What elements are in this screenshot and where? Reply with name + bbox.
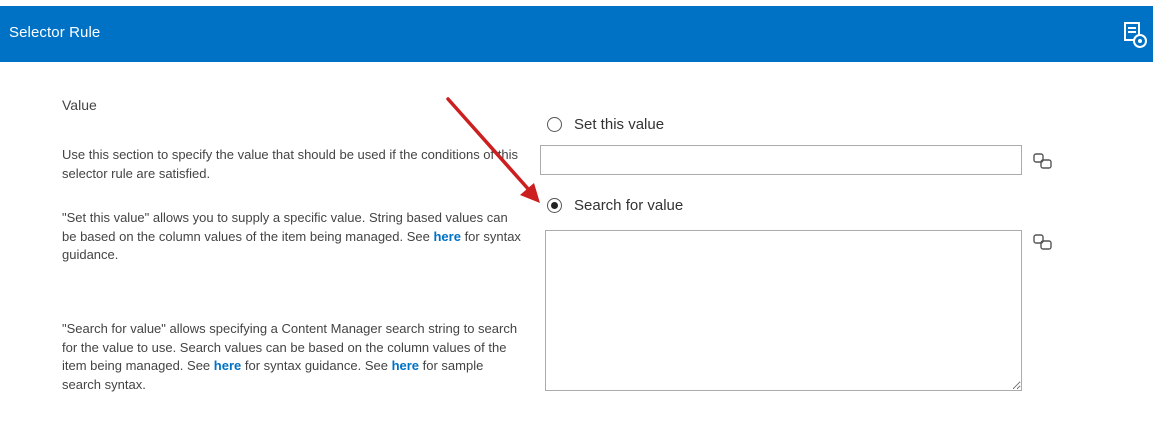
sample-search-syntax-link[interactable]: here <box>392 358 419 373</box>
description-paragraph-1: Use this section to specify the value th… <box>62 147 518 181</box>
settings-ribbon-icon[interactable] <box>1122 20 1150 50</box>
search-value-radio[interactable] <box>547 198 562 213</box>
set-value-radio[interactable] <box>547 117 562 132</box>
syntax-guidance-link[interactable]: here <box>433 229 460 244</box>
column-picker-icon[interactable] <box>1032 233 1054 251</box>
search-value-label: Search for value <box>574 197 684 214</box>
description-paragraph-2: "Set this value" allows you to supply a … <box>62 209 522 265</box>
description-paragraph-3: "Search for value" allows specifying a C… <box>62 320 522 394</box>
set-value-label: Set this value <box>574 116 665 133</box>
set-value-option[interactable]: Set this value <box>547 116 664 133</box>
header-bar: Selector Rule <box>0 6 1153 62</box>
paragraph-3-text-middle: for syntax guidance. See <box>241 358 392 373</box>
section-title: Value <box>62 97 97 113</box>
search-syntax-guidance-link[interactable]: here <box>214 358 241 373</box>
page-title: Selector Rule <box>9 24 101 41</box>
set-value-input[interactable] <box>540 145 1022 175</box>
search-value-option[interactable]: Search for value <box>547 197 683 214</box>
column-picker-icon[interactable] <box>1032 152 1054 170</box>
search-value-textarea[interactable] <box>545 230 1022 391</box>
